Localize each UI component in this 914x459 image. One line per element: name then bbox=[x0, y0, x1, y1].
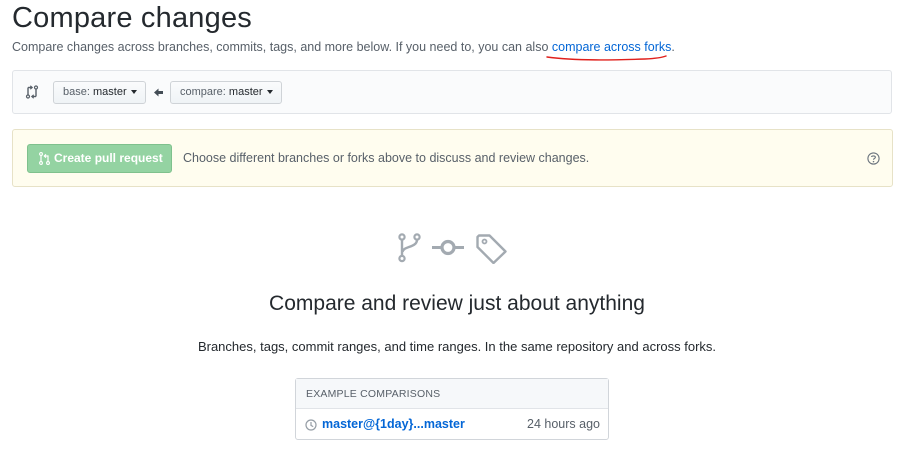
example-comparisons: EXAMPLE COMPARISONS master@{1day}...mast… bbox=[295, 378, 609, 440]
base-branch-label: base: bbox=[63, 86, 90, 98]
chevron-down-icon bbox=[130, 90, 137, 94]
hero-icons bbox=[398, 233, 507, 264]
red-underline-annotation bbox=[546, 55, 667, 61]
arrow-left-icon bbox=[154, 88, 163, 97]
blankslate-title: Compare and review just about anything bbox=[269, 292, 645, 315]
git-pull-request-icon bbox=[39, 152, 50, 165]
compare-branch-value: master bbox=[228, 86, 263, 98]
clock-icon bbox=[305, 419, 317, 431]
question-icon[interactable] bbox=[867, 152, 880, 165]
example-comparisons-header: EXAMPLE COMPARISONS bbox=[296, 379, 608, 409]
git-commit-icon bbox=[432, 239, 464, 256]
blankslate-description: Branches, tags, commit ranges, and time … bbox=[197, 339, 717, 354]
create-pull-request-button[interactable]: Create pull request bbox=[27, 144, 172, 173]
git-compare-icon bbox=[25, 85, 39, 99]
page-subtitle: Compare changes across branches, commits… bbox=[12, 40, 675, 54]
notice-message: Choose different branches or forks above… bbox=[183, 151, 590, 165]
chevron-down-icon bbox=[266, 90, 273, 94]
list-item[interactable]: master@{1day}...master 24 hours ago bbox=[296, 409, 608, 440]
compare-branch-button[interactable]: compare: master bbox=[170, 81, 282, 104]
create-pull-request-label: Create pull request bbox=[54, 151, 163, 165]
compare-across-forks-link[interactable]: compare across forks bbox=[552, 40, 671, 54]
base-branch-value: master bbox=[92, 86, 127, 98]
subtitle-period: . bbox=[671, 40, 675, 54]
example-comparison-link[interactable]: master@{1day}...master bbox=[322, 417, 465, 431]
compare-page: Compare changes Compare changes across b… bbox=[0, 0, 914, 459]
git-branch-icon bbox=[398, 233, 421, 263]
example-comparison-time: 24 hours ago bbox=[527, 417, 600, 431]
compare-notice: Create pull request Choose different bra… bbox=[12, 129, 893, 187]
compare-branch-label: compare: bbox=[180, 86, 226, 98]
range-editor: base: master compare: master bbox=[12, 70, 892, 114]
page-title: Compare changes bbox=[12, 2, 252, 34]
tag-icon bbox=[476, 234, 507, 264]
subtitle-text: Compare changes across branches, commits… bbox=[12, 40, 552, 54]
base-branch-button[interactable]: base: master bbox=[53, 81, 146, 104]
